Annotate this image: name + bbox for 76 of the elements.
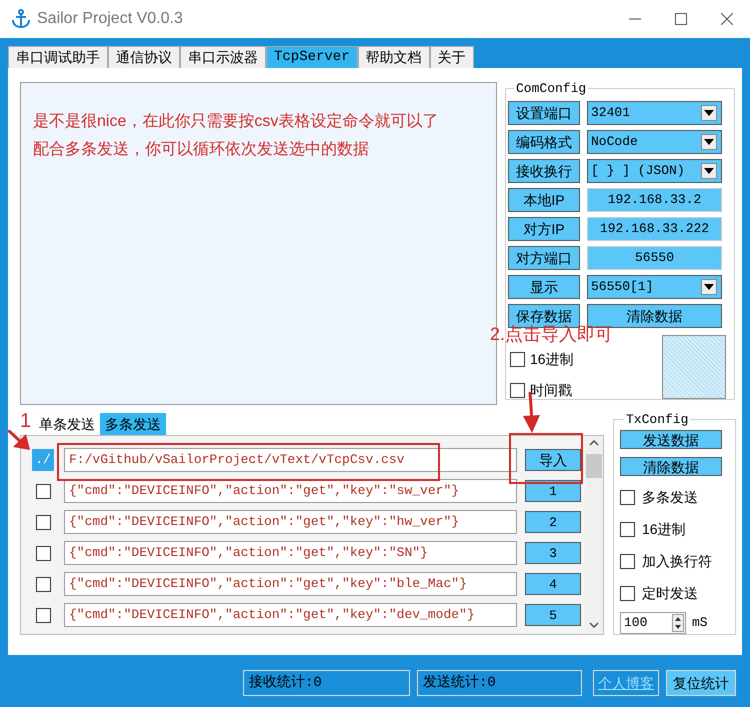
tab[interactable]: 串口示波器 — [180, 46, 266, 68]
annotation-text: 配合多条发送，你可以循环依次发送选中的数据 — [33, 142, 369, 158]
value-field: 192.168.33.2 — [587, 188, 722, 212]
caret-icon — [701, 163, 717, 179]
checkbox[interactable] — [36, 484, 50, 498]
command-field[interactable]: {"cmd":"DEVICEINFO","action":"get","key":"hw_ver"} — [64, 510, 517, 534]
tab[interactable]: 串口调试助手 — [8, 46, 108, 68]
scroll-up-icon[interactable] — [589, 440, 599, 446]
arrow-icon — [8, 430, 30, 450]
annotation-text: 1 — [20, 411, 32, 431]
tab[interactable]: 通信协议 — [108, 46, 180, 68]
send-button[interactable]: 1 — [525, 480, 581, 502]
checkbox[interactable] — [620, 586, 635, 601]
value-field: 192.168.33.222 — [587, 217, 722, 241]
config-button[interactable]: 接收换行 — [508, 159, 580, 183]
checkbox-label: 多条发送 — [642, 488, 698, 507]
status-field: 发送统计:0 — [417, 670, 582, 696]
send-button[interactable]: 4 — [525, 573, 581, 595]
checkbox-label: 16进制 — [530, 350, 574, 369]
checkbox-label: 时间戳 — [530, 381, 572, 400]
config-button[interactable]: 对方IP — [508, 217, 580, 241]
anchor-icon — [10, 8, 32, 30]
checkbox[interactable] — [36, 608, 50, 622]
config-button[interactable]: 清除数据 — [620, 457, 722, 476]
checkbox[interactable] — [510, 383, 525, 398]
checkbox[interactable] — [510, 352, 525, 367]
command-field[interactable]: {"cmd":"DEVICEINFO","action":"get","key":"SN"} — [64, 541, 517, 565]
config-button[interactable]: 显示 — [508, 275, 580, 299]
dropdown[interactable]: [ } ] (JSON) — [587, 159, 722, 183]
command-field[interactable]: {"cmd":"DEVICEINFO","action":"get","key":"dev_mode"} — [64, 603, 517, 627]
config-button[interactable]: 编码格式 — [508, 130, 580, 154]
caret-icon — [701, 134, 717, 150]
import-button[interactable]: 导入 — [525, 449, 581, 471]
tab[interactable]: 帮助文档 — [358, 46, 430, 68]
annotation-text: 2.点击导入即可 — [490, 325, 614, 343]
caret-icon — [701, 105, 717, 121]
send-button[interactable]: 2 — [525, 511, 581, 533]
scroll-thumb[interactable] — [586, 454, 602, 478]
value-field: 56550 — [587, 246, 722, 270]
caret-icon — [701, 279, 717, 295]
command-field[interactable]: {"cmd":"DEVICEINFO","action":"get","key":"sw_ver"} — [64, 479, 517, 503]
config-button[interactable]: 本地IP — [508, 188, 580, 212]
command-field[interactable]: {"cmd":"DEVICEINFO","action":"get","key":"ble_Mac"} — [64, 572, 517, 596]
tab[interactable]: 关于 — [430, 46, 474, 68]
checkbox-label: 定时发送 — [642, 584, 698, 603]
checkbox[interactable] — [620, 554, 635, 569]
checkbox[interactable] — [36, 546, 50, 560]
dropdown[interactable]: NoCode — [587, 130, 722, 154]
checkbox-label: 16进制 — [642, 520, 686, 539]
scrollbar[interactable] — [585, 436, 603, 634]
interval-field[interactable]: 100 — [620, 612, 686, 634]
path-field[interactable]: F:/vGithub/vSailorProject/vText/vTcpCsv.csv — [64, 448, 517, 472]
annotation-text: 是不是很nice，在此你只需要按csv表格设定命令就可以了 — [33, 114, 438, 130]
unit-label: mS — [692, 614, 708, 632]
status-field: 接收统计:0 — [243, 670, 410, 696]
spinner-icon[interactable] — [672, 614, 684, 632]
send-button[interactable]: 5 — [525, 604, 581, 626]
reset-button[interactable]: 复位统计 — [666, 670, 736, 696]
checkbox[interactable] — [36, 576, 50, 592]
config-button[interactable]: 对方端口 — [508, 246, 580, 270]
scroll-down-icon[interactable] — [589, 622, 599, 628]
config-button[interactable]: 设置端口 — [508, 101, 580, 125]
maximize-icon[interactable] — [675, 13, 687, 25]
tab[interactable]: 多条发送 — [100, 413, 166, 435]
checkbox[interactable] — [36, 514, 50, 530]
window-title: Sailor Project V0.0.3 — [37, 9, 183, 29]
checkbox[interactable] — [620, 522, 635, 537]
checkbox-label: 加入换行符 — [642, 552, 712, 571]
checkbox[interactable] — [620, 490, 635, 505]
dropdown[interactable]: 56550[1] — [587, 275, 722, 299]
color-swatch — [662, 335, 726, 399]
close-icon[interactable] — [721, 13, 733, 25]
tab[interactable]: TcpServer — [266, 46, 358, 68]
dropdown[interactable]: 32401 — [587, 101, 722, 125]
send-button[interactable]: 3 — [525, 542, 581, 564]
config-button[interactable]: 发送数据 — [620, 430, 722, 449]
